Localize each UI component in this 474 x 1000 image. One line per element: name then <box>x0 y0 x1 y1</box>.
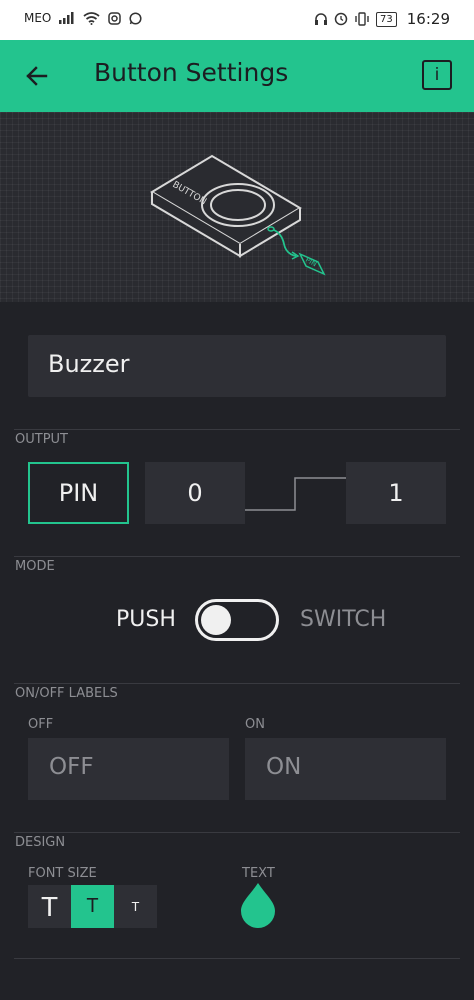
back-arrow-icon[interactable] <box>22 60 54 92</box>
alarm-icon <box>334 12 348 26</box>
mode-toggle-switch[interactable] <box>195 599 279 641</box>
value-connector-line <box>245 477 346 511</box>
widget-illustration: BUTTON PIN <box>0 112 474 302</box>
text-color-caption: TEXT <box>242 866 275 881</box>
headset-icon <box>314 12 328 26</box>
status-right: 73 16:29 <box>314 10 450 28</box>
widget-name-input[interactable]: Buzzer <box>28 335 446 397</box>
off-label-placeholder: OFF <box>49 754 94 780</box>
divider-labels <box>14 683 460 684</box>
divider-bottom <box>14 958 460 959</box>
on-caption: ON <box>245 717 265 732</box>
vibrate-icon <box>354 12 370 26</box>
carrier-label: MEO <box>24 11 52 25</box>
font-size-selector: T T T <box>28 885 157 928</box>
battery-icon: 73 <box>376 11 397 27</box>
button-device-icon: BUTTON PIN <box>150 154 326 276</box>
pin-select-button[interactable]: PIN <box>28 462 129 524</box>
info-button[interactable]: i <box>422 60 452 90</box>
instagram-icon <box>108 11 122 25</box>
section-label-mode: MODE <box>15 559 55 574</box>
divider-design <box>14 832 460 833</box>
section-label-output: OUTPUT <box>15 432 68 447</box>
signal-icon <box>59 12 75 24</box>
clock: 16:29 <box>406 10 450 28</box>
mode-push-label[interactable]: PUSH <box>116 607 176 632</box>
off-caption: OFF <box>28 717 54 732</box>
app-header: Button Settings i <box>0 40 474 112</box>
font-size-medium-button[interactable]: T <box>71 885 114 928</box>
wifi-icon <box>83 11 100 25</box>
toggle-knob <box>201 605 231 635</box>
status-bar: MEO 73 16:29 <box>0 0 474 40</box>
divider-mode <box>14 556 460 557</box>
font-size-caption: FONT SIZE <box>28 866 97 881</box>
text-color-drop-icon[interactable] <box>240 882 276 928</box>
high-value-input[interactable]: 1 <box>346 462 446 524</box>
font-size-large-button[interactable]: T <box>28 885 71 928</box>
mode-switch-label[interactable]: SWITCH <box>300 607 386 632</box>
on-label-input[interactable]: ON <box>245 738 446 800</box>
section-label-design: DESIGN <box>15 835 66 850</box>
widget-name-value: Buzzer <box>48 350 130 378</box>
section-label-onoff: ON/OFF LABELS <box>15 686 118 701</box>
page-title: Button Settings <box>94 58 289 87</box>
whatsapp-icon <box>129 11 142 25</box>
off-label-input[interactable]: OFF <box>28 738 229 800</box>
font-size-small-button[interactable]: T <box>114 885 157 928</box>
divider-output <box>14 429 460 430</box>
on-label-placeholder: ON <box>266 754 302 780</box>
status-left: MEO <box>24 11 142 25</box>
low-value-input[interactable]: 0 <box>145 462 245 524</box>
